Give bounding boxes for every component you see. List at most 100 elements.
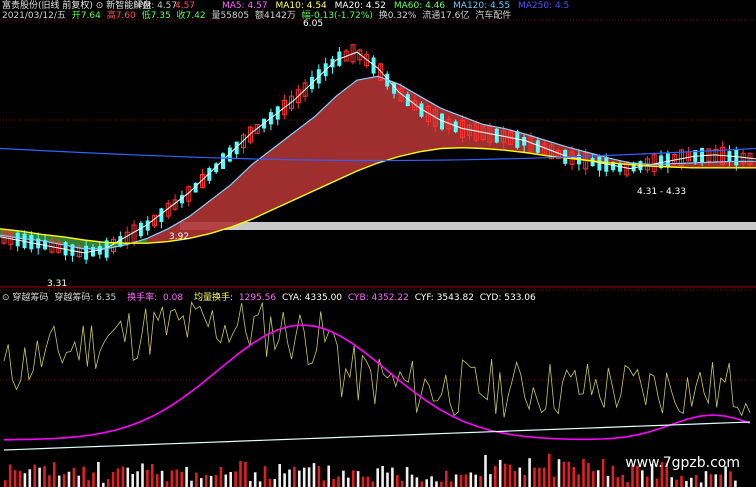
ma120-label: MA120: 4.55 — [453, 1, 511, 11]
info-low: 低7.35 — [141, 11, 171, 21]
info-open: 开7.64 — [71, 11, 101, 21]
turnover-val: 0.08 — [163, 293, 184, 303]
volume-bar — [729, 471, 732, 487]
volume-bar — [552, 476, 556, 487]
volume-bar — [48, 475, 51, 487]
volume-bar — [28, 469, 32, 487]
volume-bar — [405, 467, 409, 487]
volume-bar — [498, 459, 502, 487]
volume-bar — [273, 479, 277, 487]
volume-bar — [347, 477, 350, 487]
stock-name: 富贵股份(旧线 前复权) — [2, 1, 93, 11]
volume-bar — [57, 475, 61, 487]
volume-bar — [131, 473, 134, 487]
volume-bar — [170, 470, 174, 487]
volume-bar — [268, 478, 272, 487]
volume-bar — [102, 482, 105, 487]
volume-bar — [317, 465, 321, 487]
volume-bar — [111, 472, 115, 487]
candle-body — [597, 156, 602, 171]
volume-bar — [386, 472, 389, 487]
cyf-label: CYF: 3543.82 — [414, 293, 474, 303]
volume-bar — [77, 475, 81, 487]
volume-bar — [479, 476, 482, 487]
volume-bar — [13, 470, 17, 487]
info-turnover: 换0.32% — [378, 11, 417, 21]
candle-body — [734, 149, 739, 166]
volume-bar — [244, 461, 247, 487]
volume-bar — [209, 475, 213, 487]
volume-bar — [185, 466, 188, 487]
volume-bar — [621, 474, 624, 487]
volume-bar — [288, 469, 291, 487]
volume-bar — [606, 475, 610, 487]
cy-label: 穿越筹码: 6.35 — [54, 293, 117, 303]
volume-bar — [528, 458, 531, 487]
ma60-label: MA60: 4.46 — [393, 1, 446, 11]
volume-bar — [557, 459, 561, 487]
volume-bar — [126, 467, 130, 487]
volume-bar — [391, 467, 394, 487]
volume-bar — [699, 482, 703, 487]
volume-bar — [513, 470, 517, 487]
volume-bar — [229, 472, 232, 487]
volume-bar — [410, 474, 414, 487]
lower-panel-title: 穿越筹码 — [12, 293, 49, 303]
volume-bar — [278, 463, 281, 487]
volume-bar — [190, 480, 193, 487]
volume-bar — [332, 479, 335, 487]
volume-bar — [204, 474, 208, 487]
volume-bar — [690, 477, 693, 487]
volume-bar — [709, 474, 713, 487]
volume-bar — [592, 471, 595, 487]
volume-bar — [469, 472, 473, 487]
volume-bar — [567, 461, 571, 487]
cyf-line — [3, 301, 751, 418]
volume-bar — [425, 479, 428, 487]
volume-bar — [155, 474, 159, 487]
info-volume: 量55805 — [211, 11, 250, 21]
volume-bar — [611, 465, 615, 487]
candle-body — [604, 157, 609, 172]
volume-bar — [572, 466, 575, 487]
volume-bar — [141, 463, 144, 487]
vol-val: 1295.56 — [238, 293, 277, 303]
volume-bar — [376, 468, 379, 487]
volume-bar — [239, 461, 242, 487]
volume-bar — [420, 481, 424, 487]
volume-bar — [53, 462, 56, 487]
candle-body — [590, 158, 595, 167]
volume-bar — [97, 461, 100, 487]
volume-bar — [165, 481, 169, 487]
volume-bar — [371, 481, 375, 487]
volume-bar — [440, 481, 443, 487]
volume-bar — [322, 480, 326, 487]
volume-bar — [454, 474, 458, 487]
info-close: 收7.42 — [176, 11, 206, 21]
volume-bar — [151, 463, 154, 487]
volume-bar — [655, 478, 659, 487]
volume-bar — [337, 476, 340, 487]
volume-bar — [356, 471, 360, 487]
info-amount: 额4142万 — [254, 11, 296, 21]
volume-bar — [381, 465, 384, 487]
peak-label: 6.05 — [303, 19, 324, 29]
volume-bar — [518, 467, 522, 487]
volume-bar — [503, 463, 507, 487]
pm-value: 4.57 — [175, 1, 196, 11]
volume-bar — [734, 480, 737, 487]
volume-bar — [449, 481, 453, 487]
volume-bar — [293, 466, 296, 487]
watermark: www.7gpzb.com — [625, 455, 740, 471]
info-bar: 2021/03/12/五 开7.64 高7.60 低7.35 收7.42 量55… — [2, 11, 514, 21]
lower-panel-icon: ⊙ — [2, 293, 10, 303]
volume-bar — [351, 470, 355, 487]
cya-line — [3, 421, 751, 451]
volume-bar — [675, 479, 678, 487]
volume-bar — [175, 469, 179, 487]
volume-bar — [8, 464, 12, 487]
volume-bar — [33, 464, 36, 487]
volume-bar — [219, 466, 223, 487]
volume-bar — [283, 473, 286, 487]
volume-bar — [523, 475, 526, 487]
